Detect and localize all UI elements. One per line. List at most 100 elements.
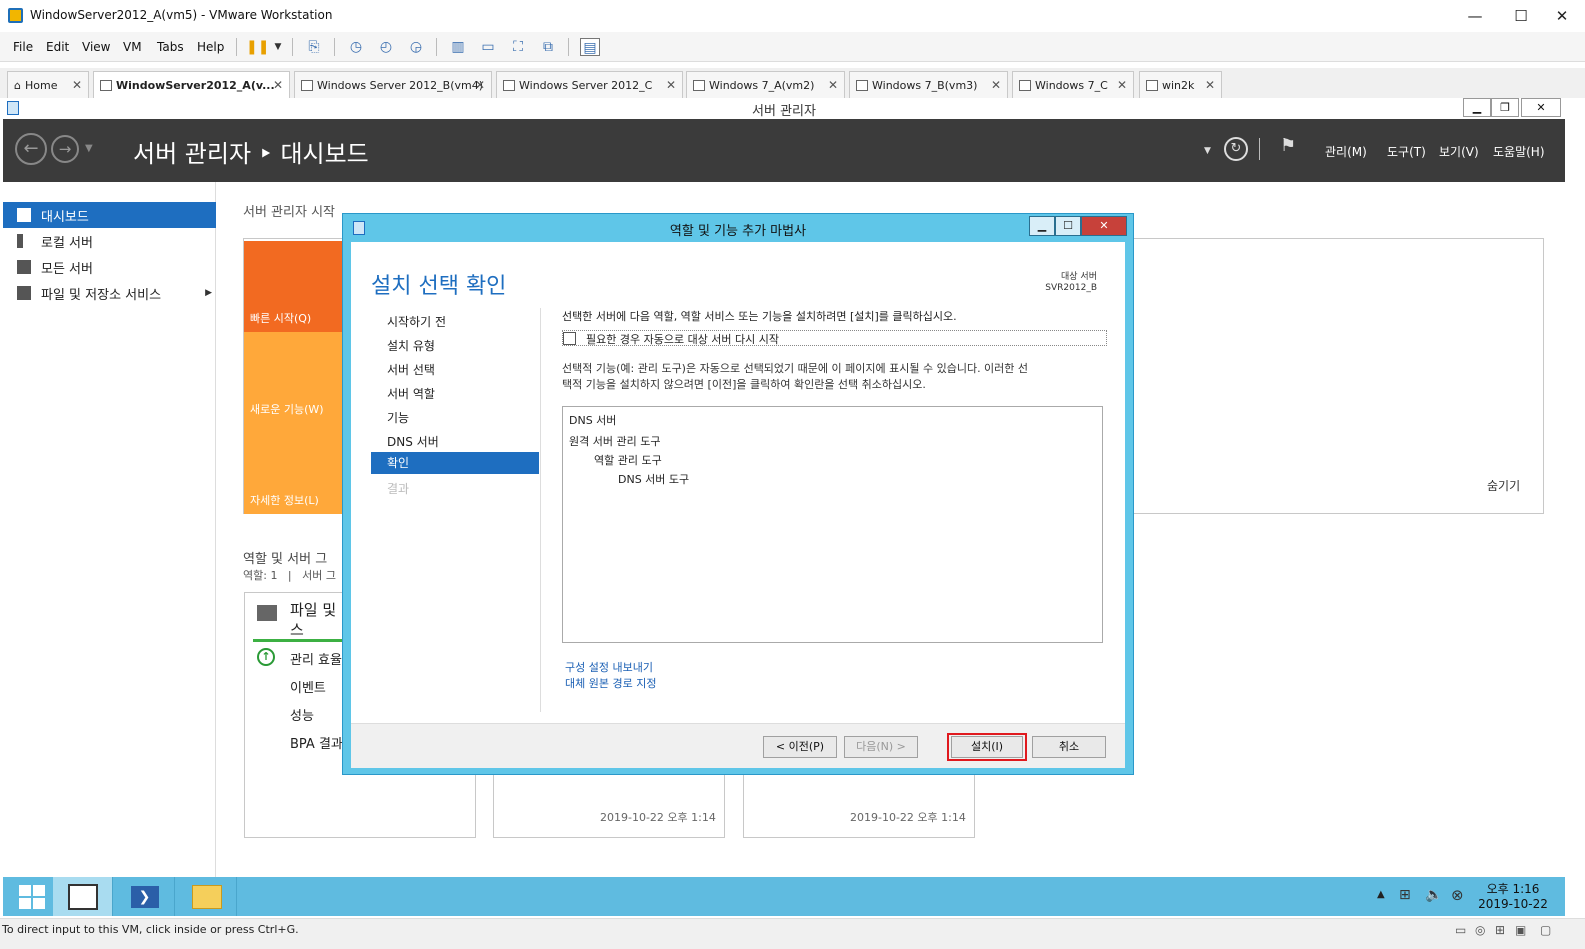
pause-icon[interactable]: ❚❚ bbox=[246, 38, 269, 56]
wizard-maximize-button[interactable]: ☐ bbox=[1055, 216, 1081, 236]
menu-view-sm[interactable]: 보기(V) bbox=[1439, 143, 1479, 160]
step-results: 결과 bbox=[387, 482, 410, 496]
tab-close-icon[interactable]: ✕ bbox=[72, 78, 82, 92]
revert-snapshot-icon[interactable]: ◴ bbox=[376, 38, 396, 56]
taskbar-explorer[interactable] bbox=[177, 877, 237, 916]
menu-edit[interactable]: Edit bbox=[46, 40, 69, 54]
menu-help[interactable]: Help bbox=[197, 40, 224, 54]
menu-file[interactable]: File bbox=[13, 40, 33, 54]
card-row-bpa[interactable]: BPA 결과 bbox=[290, 733, 343, 752]
maximize-button[interactable]: ☐ bbox=[1498, 0, 1544, 32]
sidebar-toggle-icon[interactable]: ▥ bbox=[448, 38, 468, 56]
tab-close-icon[interactable]: ✕ bbox=[991, 78, 1001, 92]
tab-close-icon[interactable]: ✕ bbox=[1117, 78, 1127, 92]
menu-help-sm[interactable]: 도움말(H) bbox=[1493, 143, 1545, 160]
expand-arrow-icon[interactable]: ▶ bbox=[205, 288, 212, 298]
taskbar-powershell[interactable]: ❯ bbox=[115, 877, 175, 916]
taskbar-server-manager[interactable] bbox=[53, 877, 113, 916]
list-item: DNS 서버 도구 bbox=[618, 473, 690, 486]
sidebar-item-local-server[interactable]: 로컬 서버 bbox=[3, 228, 216, 254]
clock-date[interactable]: 2019-10-22 bbox=[1473, 897, 1553, 911]
menu-tabs[interactable]: Tabs bbox=[157, 40, 184, 54]
send-ctrl-alt-del-icon[interactable]: ⎘ bbox=[304, 38, 324, 56]
step-features[interactable]: 기능 bbox=[387, 409, 409, 426]
tab-home[interactable]: ⌂ Home ✕ bbox=[7, 71, 89, 98]
sm-minimize-button[interactable]: ▁ bbox=[1463, 98, 1491, 117]
volume-muted-icon[interactable]: 🔈 bbox=[1425, 887, 1442, 903]
tab-win2k[interactable]: win2k ✕ bbox=[1139, 71, 1222, 98]
forward-arrow-icon[interactable]: → bbox=[51, 135, 79, 163]
tab-windows-7-a[interactable]: Windows 7_A(vm2) ✕ bbox=[686, 71, 845, 98]
display-icon[interactable]: ▣ bbox=[1515, 923, 1526, 937]
tray-expand-icon[interactable]: ▲ bbox=[1377, 889, 1385, 900]
sidebar-item-all-servers[interactable]: 모든 서버 bbox=[3, 254, 216, 280]
previous-button[interactable]: < 이전(P) bbox=[763, 736, 837, 758]
thumbnail-bar-icon[interactable]: ▭ bbox=[478, 38, 498, 56]
refresh-icon[interactable]: ↻ bbox=[1224, 137, 1248, 161]
tab-close-icon[interactable]: ✕ bbox=[828, 78, 838, 92]
sidebar-item-dashboard[interactable]: 대시보드 bbox=[3, 202, 216, 228]
unity-icon[interactable]: ⧉ bbox=[538, 38, 558, 56]
menu-view[interactable]: View bbox=[82, 40, 110, 54]
cancel-button[interactable]: 취소 bbox=[1032, 736, 1106, 758]
minimize-button[interactable]: — bbox=[1452, 0, 1498, 32]
server-manager-titlebar: 서버 관리자 ▁ ❐ ✕ bbox=[3, 98, 1565, 119]
tab-close-icon[interactable]: ✕ bbox=[1205, 78, 1215, 92]
action-center-icon[interactable]: ⊗ bbox=[1451, 886, 1464, 904]
export-config-link[interactable]: 구성 설정 내보내기 bbox=[565, 659, 653, 675]
card-row-manageability[interactable]: 관리 효율 bbox=[290, 649, 342, 668]
step-server-roles[interactable]: 서버 역할 bbox=[387, 385, 435, 402]
tile-learn-more[interactable]: 자세한 정보(L) bbox=[244, 423, 344, 514]
tab-windows-7-c[interactable]: Windows 7_C ✕ bbox=[1012, 71, 1134, 98]
step-before-you-begin[interactable]: 시작하기 전 bbox=[387, 313, 446, 330]
tile-whats-new[interactable]: 새로운 기능(W) bbox=[244, 332, 344, 423]
console-view-icon[interactable]: ▤ bbox=[580, 38, 600, 56]
step-confirmation[interactable]: 확인 bbox=[371, 452, 539, 474]
tab-close-icon[interactable]: ✕ bbox=[666, 78, 676, 92]
selection-list[interactable]: DNS 서버 원격 서버 관리 도구 역할 관리 도구 DNS 서버 도구 bbox=[562, 406, 1103, 643]
snapshot-icon[interactable]: ◷ bbox=[346, 38, 366, 56]
menu-vm[interactable]: VM bbox=[123, 40, 142, 54]
tab-windows-7-b[interactable]: Windows 7_B(vm3) ✕ bbox=[849, 71, 1008, 98]
wizard-close-button[interactable]: ✕ bbox=[1081, 216, 1127, 236]
alternate-source-link[interactable]: 대체 원본 경로 지정 bbox=[565, 675, 656, 691]
nav-dropdown-icon[interactable]: ▼ bbox=[85, 143, 93, 154]
network-icon[interactable]: ⊞ bbox=[1399, 887, 1411, 903]
guest-screen[interactable]: 서버 관리자 ▁ ❐ ✕ ← → ▼ 서버 관리자 ‣ 대시보드 ▼ ↻ ⚑ 관… bbox=[3, 98, 1565, 916]
hide-link[interactable]: 숨기기 bbox=[1487, 477, 1520, 494]
card-row-events[interactable]: 이벤트 bbox=[290, 677, 326, 696]
sidebar-item-file-storage[interactable]: 파일 및 저장소 서비스 ▶ bbox=[3, 280, 216, 306]
tab-windowserver2012-a[interactable]: WindowServer2012_A(v... ✕ bbox=[93, 71, 290, 98]
tile-quick-start[interactable]: 빠른 시작(Q) bbox=[244, 241, 344, 332]
step-server-selection[interactable]: 서버 선택 bbox=[387, 361, 435, 378]
notifications-flag-icon[interactable]: ⚑ bbox=[1280, 135, 1296, 156]
tab-close-icon[interactable]: ✕ bbox=[273, 78, 283, 92]
tile-label: 자세한 정보(L) bbox=[250, 494, 319, 507]
file-storage-icon bbox=[257, 605, 277, 621]
step-installation-type[interactable]: 설치 유형 bbox=[387, 337, 435, 354]
step-dns-server[interactable]: DNS 서버 bbox=[387, 433, 439, 450]
cd-drive-icon[interactable]: ◎ bbox=[1475, 923, 1485, 937]
menu-manage[interactable]: 관리(M) bbox=[1325, 143, 1367, 160]
back-arrow-icon[interactable]: ← bbox=[15, 133, 47, 165]
tab-windows-server-2012-c[interactable]: Windows Server 2012_C ✕ bbox=[496, 71, 683, 98]
menu-tools[interactable]: 도구(T) bbox=[1387, 143, 1426, 160]
network-adapter-icon[interactable]: ⊞ bbox=[1495, 923, 1505, 937]
message-log-icon[interactable]: ▢ bbox=[1540, 923, 1551, 937]
snapshot-manager-icon[interactable]: ◶ bbox=[406, 38, 426, 56]
dropdown-icon[interactable]: ▼ bbox=[1204, 146, 1211, 156]
tab-close-icon[interactable]: ✕ bbox=[475, 78, 485, 92]
full-screen-icon[interactable]: ⛶ bbox=[508, 38, 528, 56]
sm-close-button[interactable]: ✕ bbox=[1521, 98, 1561, 117]
tab-windows-server-2012-b[interactable]: Windows Server 2012_B(vm4) ✕ bbox=[294, 71, 492, 98]
close-button[interactable]: ✕ bbox=[1539, 0, 1585, 32]
chevron-down-icon[interactable]: ▼ bbox=[268, 38, 288, 56]
restart-option[interactable]: 필요한 경우 자동으로 대상 서버 다시 시작 bbox=[562, 330, 1107, 346]
sm-restore-button[interactable]: ❐ bbox=[1491, 98, 1519, 117]
restart-checkbox[interactable] bbox=[563, 332, 576, 345]
install-button[interactable]: 설치(I) bbox=[951, 736, 1023, 758]
card-row-performance[interactable]: 성능 bbox=[290, 705, 314, 724]
clock-time[interactable]: 오후 1:16 bbox=[1483, 880, 1543, 897]
hard-disk-icon[interactable]: ▭ bbox=[1455, 923, 1466, 937]
wizard-minimize-button[interactable]: ▁ bbox=[1029, 216, 1055, 236]
